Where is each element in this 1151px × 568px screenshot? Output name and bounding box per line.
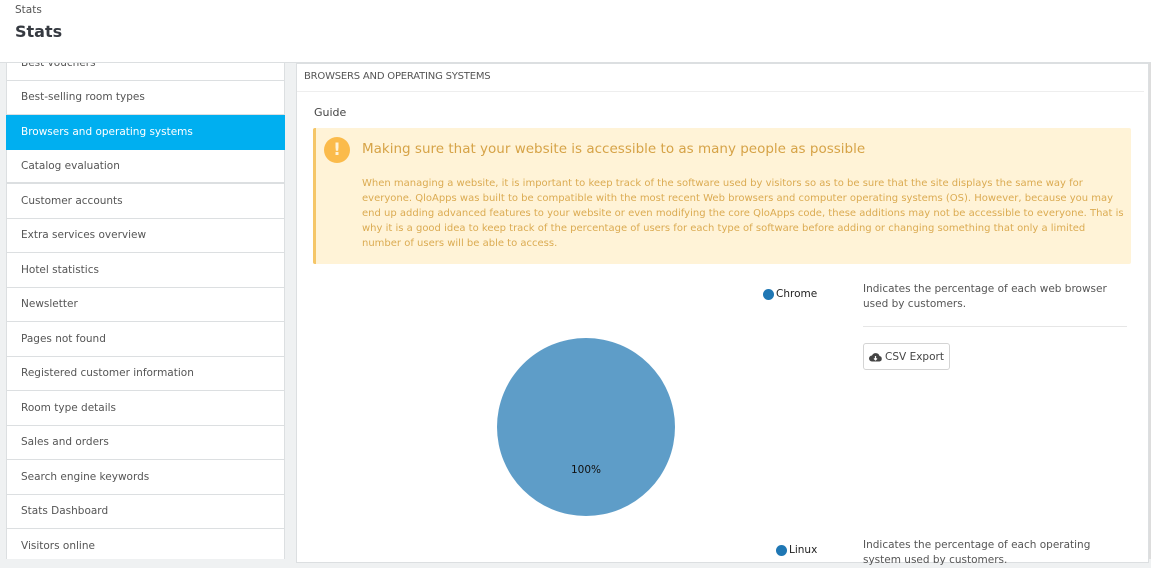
- sidebar-item-best-vouchers[interactable]: Best vouchers: [6, 63, 285, 81]
- sidebar-item-label: Extra services overview: [21, 229, 147, 242]
- sidebar-item-label: Browsers and operating systems: [21, 125, 193, 138]
- sidebar-item-label: Visitors online: [21, 539, 95, 552]
- sidebar-item-label: Pages not found: [21, 332, 106, 345]
- guide-label: Guide: [314, 106, 347, 119]
- page-title: Stats: [15, 22, 63, 41]
- sidebar-item-label: Registered customer information: [21, 367, 194, 380]
- os-legend: Linux: [776, 544, 817, 556]
- browser-pie-chart: 100%: [497, 338, 675, 516]
- legend-dot-chrome: [763, 288, 774, 300]
- sidebar-item-label: Sales and orders: [21, 436, 109, 449]
- exclamation-icon: !: [324, 137, 350, 163]
- sidebar-item-label: Stats Dashboard: [21, 505, 109, 518]
- sidebar-item-search-engine-keywords[interactable]: Search engine keywords: [6, 460, 285, 495]
- sidebar-item-stats-dashboard[interactable]: Stats Dashboard: [6, 494, 285, 529]
- breadcrumb[interactable]: Stats: [15, 4, 42, 16]
- sidebar-item-sales-and-orders[interactable]: Sales and orders: [6, 425, 285, 460]
- sidebar-item-customer-accounts[interactable]: Customer accounts: [6, 184, 285, 219]
- sidebar-item-extra-services-overview[interactable]: Extra services overview: [6, 218, 285, 253]
- sidebar-item-label: Customer accounts: [21, 194, 123, 207]
- legend-label-chrome: Chrome: [776, 288, 818, 300]
- panel-heading: BROWSERS AND OPERATING SYSTEMS: [297, 64, 1144, 92]
- page-header: Stats Stats: [0, 0, 1151, 63]
- sidebar-item-label: Newsletter: [21, 298, 78, 311]
- divider: [863, 326, 1127, 327]
- sidebar-item-label: Hotel statistics: [21, 263, 99, 276]
- guide-alert: ! Making sure that your website is acces…: [313, 128, 1131, 264]
- sidebar-item-label: Room type details: [21, 401, 117, 414]
- sidebar-item-browsers-and-operating-systems[interactable]: Browsers and operating systems: [6, 115, 285, 150]
- sidebar-item-newsletter[interactable]: Newsletter: [6, 287, 285, 322]
- sidebar-item-label: Search engine keywords: [21, 470, 150, 483]
- csv-export-button[interactable]: CSV Export: [863, 343, 950, 370]
- sidebar-item-hotel-statistics[interactable]: Hotel statistics: [6, 253, 285, 288]
- sidebar-item-registered-customer-information[interactable]: Registered customer information: [6, 356, 285, 391]
- pie-label-chrome: 100%: [571, 464, 601, 476]
- browser-legend: Chrome: [763, 288, 817, 300]
- browser-description: Indicates the percentage of each web bro…: [863, 283, 1107, 310]
- pie-slice-chrome: [497, 338, 675, 516]
- sidebar-item-catalog-evaluation[interactable]: Catalog evaluation: [6, 149, 285, 184]
- sidebar-item-label: Best vouchers: [21, 63, 96, 69]
- os-description: Indicates the percentage of each operati…: [863, 539, 1091, 566]
- stats-module-list: Best vouchers Best-selling room types Brow…: [6, 63, 285, 559]
- legend-dot-linux: [776, 544, 787, 556]
- alert-title: Making sure that your website is accessi…: [362, 141, 866, 157]
- sidebar-item-label: Best-selling room types: [21, 91, 145, 104]
- alert-body: When managing a website, it is important…: [362, 178, 1124, 249]
- csv-export-label: CSV Export: [885, 350, 944, 363]
- sidebar-item-pages-not-found[interactable]: Pages not found: [6, 322, 285, 357]
- cloud-download-icon: [869, 352, 882, 361]
- stats-panel: BROWSERS AND OPERATING SYSTEMS Guide ! M…: [296, 63, 1149, 566]
- sidebar-item-room-type-details[interactable]: Room type details: [6, 391, 285, 426]
- sidebar-item-label: Catalog evaluation: [21, 159, 120, 172]
- legend-label-linux: Linux: [789, 544, 818, 556]
- sidebar-item-best-selling-room-types[interactable]: Best-selling room types: [6, 80, 285, 115]
- sidebar-item-visitors-online[interactable]: Visitors online: [6, 529, 285, 559]
